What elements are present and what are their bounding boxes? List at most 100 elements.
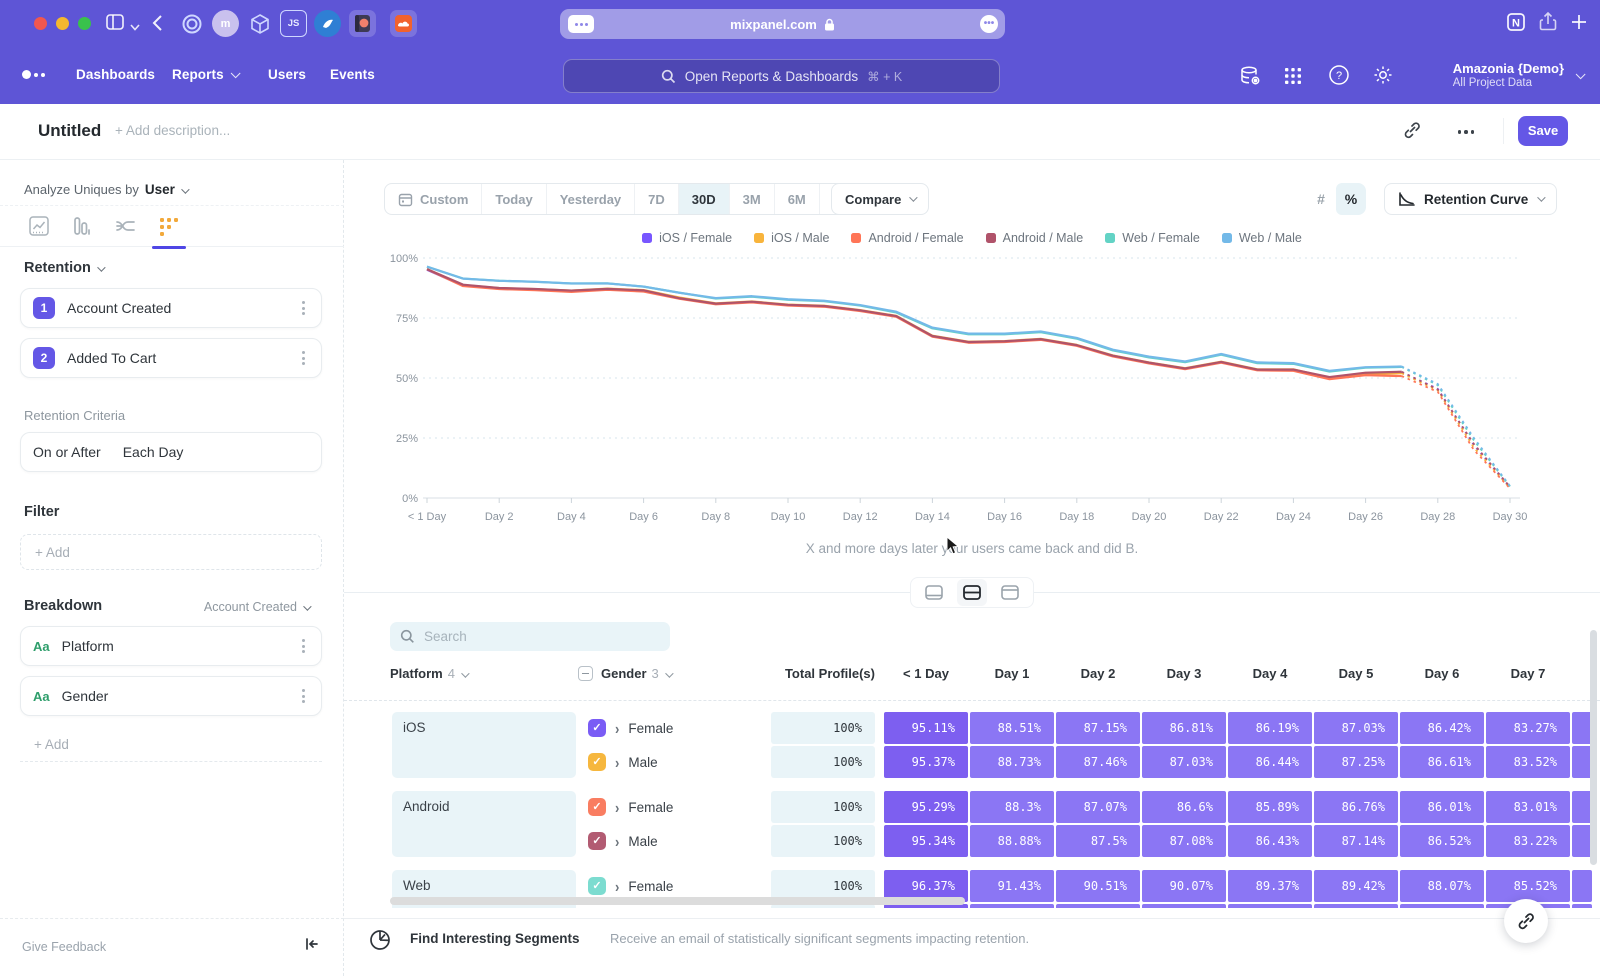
- layout-table-only-icon[interactable]: [995, 579, 1025, 606]
- day-column-header[interactable]: Day 1: [970, 666, 1054, 681]
- range-7d[interactable]: 7D: [635, 184, 679, 214]
- nav-users[interactable]: Users: [268, 67, 306, 82]
- collapse-sidebar-icon[interactable]: [304, 936, 320, 957]
- nav-events[interactable]: Events: [330, 67, 375, 82]
- find-segments-title[interactable]: Find Interesting Segments: [410, 931, 580, 946]
- series-checkbox[interactable]: ✓: [588, 719, 606, 737]
- kebab-menu-icon[interactable]: [298, 635, 309, 657]
- report-title[interactable]: Untitled: [38, 121, 101, 141]
- extension-cube-icon[interactable]: [246, 10, 273, 37]
- expand-row-icon[interactable]: ›: [615, 832, 619, 850]
- layout-split-icon[interactable]: [957, 579, 987, 606]
- report-description-placeholder[interactable]: + Add description...: [115, 123, 230, 138]
- global-search-button[interactable]: Open Reports & Dashboards ⌘ + K: [563, 59, 1000, 93]
- legend-item[interactable]: Android / Male: [986, 231, 1084, 245]
- extension-loop-icon[interactable]: [178, 10, 205, 37]
- share-icon[interactable]: [1538, 11, 1558, 38]
- minimize-window-icon[interactable]: [56, 17, 69, 30]
- more-options-icon[interactable]: [1458, 130, 1475, 134]
- project-selector[interactable]: Amazonia {Demo} All Project Data: [1453, 61, 1564, 89]
- range-3m[interactable]: 3M: [730, 184, 775, 214]
- layout-chart-only-icon[interactable]: [919, 579, 949, 606]
- data-management-icon[interactable]: [1238, 64, 1262, 93]
- extension-bird-icon[interactable]: [314, 10, 341, 37]
- day-column-header[interactable]: Day 4: [1228, 666, 1312, 681]
- breakdown-platform[interactable]: Aa Platform: [20, 626, 322, 666]
- breakdown-event-selector[interactable]: Account Created: [204, 600, 309, 614]
- day-column-header[interactable]: Day 6: [1400, 666, 1484, 681]
- apps-grid-icon[interactable]: [1284, 67, 1302, 90]
- expand-row-icon[interactable]: ›: [615, 798, 619, 816]
- range-today[interactable]: Today: [482, 184, 546, 214]
- extension-js-icon[interactable]: JS: [280, 10, 307, 37]
- retention-section-label[interactable]: Retention: [24, 260, 103, 276]
- sidebar-toggle-icon[interactable]: [104, 11, 126, 38]
- help-icon[interactable]: ?: [1328, 64, 1350, 91]
- expand-row-icon[interactable]: ›: [615, 877, 619, 895]
- legend-item[interactable]: iOS / Male: [754, 231, 829, 245]
- criteria-mode[interactable]: On or After: [33, 444, 101, 460]
- back-icon[interactable]: [152, 14, 163, 37]
- chart-type-selector[interactable]: Retention Curve: [1384, 183, 1557, 215]
- platform-column-header[interactable]: Platform4: [390, 666, 467, 681]
- mixpanel-logo[interactable]: [22, 70, 45, 79]
- analyze-uniques-row[interactable]: Analyze Uniques byUser: [24, 182, 187, 197]
- tab-funnels[interactable]: [71, 215, 95, 239]
- range-6m[interactable]: 6M: [775, 184, 820, 214]
- tab-retention[interactable]: [157, 215, 181, 239]
- retention-step-2[interactable]: 2 Added To Cart: [20, 338, 322, 378]
- zoom-window-icon[interactable]: [78, 17, 91, 30]
- horizontal-scrollbar[interactable]: [390, 897, 965, 905]
- day-column-header[interactable]: Day 3: [1142, 666, 1226, 681]
- series-checkbox[interactable]: ✓: [588, 798, 606, 816]
- give-feedback-link[interactable]: Give Feedback: [22, 940, 106, 954]
- range-yesterday[interactable]: Yesterday: [547, 184, 635, 214]
- new-tab-icon[interactable]: [1570, 13, 1588, 36]
- nav-reports[interactable]: Reports: [172, 67, 237, 82]
- percent-toggle[interactable]: %: [1336, 183, 1366, 215]
- chevron-down-icon[interactable]: [130, 18, 140, 36]
- share-link-fab[interactable]: [1504, 899, 1548, 943]
- extension-soundcloud-icon[interactable]: [390, 10, 417, 37]
- tab-insights[interactable]: [28, 215, 52, 239]
- close-window-icon[interactable]: [34, 17, 47, 30]
- series-checkbox[interactable]: ✓: [588, 753, 606, 771]
- breakdown-gender[interactable]: Aa Gender: [20, 676, 322, 716]
- breakdown-add-button[interactable]: + Add: [20, 728, 322, 762]
- notion-tab-icon[interactable]: N: [1505, 11, 1527, 38]
- deselect-all-icon[interactable]: [578, 666, 593, 681]
- total-profiles-header[interactable]: Total Profile(s): [755, 666, 875, 681]
- kebab-menu-icon[interactable]: [298, 297, 309, 319]
- day-column-header[interactable]: Day 7: [1486, 666, 1570, 681]
- settings-gear-icon[interactable]: [1372, 64, 1394, 91]
- day-column-header[interactable]: Day 5: [1314, 666, 1398, 681]
- absolute-number-toggle[interactable]: #: [1306, 183, 1336, 215]
- extension-m-icon[interactable]: m: [212, 10, 239, 37]
- day-column-header[interactable]: < 1 Day: [884, 666, 968, 681]
- series-checkbox[interactable]: ✓: [588, 832, 606, 850]
- kebab-menu-icon[interactable]: [298, 685, 309, 707]
- legend-item[interactable]: Android / Female: [851, 231, 963, 245]
- criteria-interval[interactable]: Each Day: [123, 444, 184, 460]
- url-bar[interactable]: mixpanel.com •••: [560, 9, 1005, 39]
- retention-step-1[interactable]: 1 Account Created: [20, 288, 322, 328]
- save-button[interactable]: Save: [1518, 116, 1568, 146]
- analyze-entity-value[interactable]: User: [145, 182, 175, 197]
- expand-row-icon[interactable]: ›: [615, 719, 619, 737]
- nav-dashboards[interactable]: Dashboards: [76, 67, 155, 82]
- kebab-menu-icon[interactable]: [298, 347, 309, 369]
- retention-criteria-card[interactable]: On or After Each Day: [20, 432, 322, 472]
- compare-button[interactable]: Compare: [831, 183, 929, 215]
- extension-notebook-icon[interactable]: [349, 10, 376, 37]
- table-search-input[interactable]: Search: [390, 622, 670, 651]
- range-30d[interactable]: 30D: [679, 184, 730, 214]
- legend-item[interactable]: iOS / Female: [642, 231, 732, 245]
- url-more-icon[interactable]: •••: [980, 15, 998, 33]
- legend-item[interactable]: Web / Female: [1105, 231, 1200, 245]
- tab-flows[interactable]: [114, 215, 138, 239]
- legend-item[interactable]: Web / Male: [1222, 231, 1302, 245]
- filter-add-button[interactable]: + Add: [20, 534, 322, 570]
- day-column-header[interactable]: Day 2: [1056, 666, 1140, 681]
- expand-row-icon[interactable]: ›: [615, 753, 619, 771]
- copy-link-icon[interactable]: [1402, 120, 1422, 145]
